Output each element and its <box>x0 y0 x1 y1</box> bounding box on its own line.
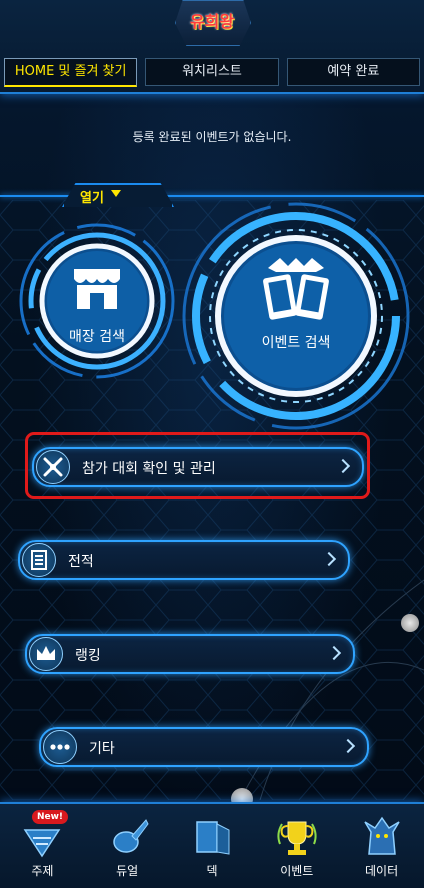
nav-duel[interactable]: 듀얼 <box>85 804 170 888</box>
menu-etc-button[interactable]: 기타 <box>39 727 369 767</box>
nav-event-label: 이벤트 <box>280 864 314 878</box>
menu-record-label: 전적 <box>68 554 94 570</box>
nav-duel-label: 듀얼 <box>116 864 139 878</box>
trophy-icon <box>277 821 317 855</box>
nav-data-label: 데이터 <box>365 864 399 878</box>
data-monster-icon <box>363 816 400 855</box>
bottom-navigation: New! 주제 듀얼 덱 이벤트 데이터 <box>0 802 424 888</box>
chevron-right-icon <box>340 738 356 754</box>
deck-icon <box>196 821 230 855</box>
cards-icon <box>263 258 329 320</box>
nav-theme[interactable]: New! 주제 <box>0 804 85 888</box>
menu-ranking-button[interactable]: 랭킹 <box>25 634 355 674</box>
crown-icon <box>29 637 63 671</box>
menu-ranking-label: 랭킹 <box>75 648 101 664</box>
nav-deck[interactable]: 덱 <box>170 804 255 888</box>
event-search-label: 이벤트 검색 <box>261 335 331 351</box>
triangle-down-icon <box>111 190 121 197</box>
store-search-label: 매장 검색 <box>69 329 125 345</box>
new-badge: New! <box>32 810 68 824</box>
chevron-right-icon <box>326 645 342 661</box>
nav-theme-label: 주제 <box>31 864 54 878</box>
tab-reserved[interactable]: 예약 완료 <box>286 58 420 86</box>
menu-record-button[interactable]: 전적 <box>18 540 350 580</box>
event-search-button[interactable]: 이벤트 검색 <box>180 200 412 432</box>
divider-glow-line <box>0 195 424 197</box>
nav-event[interactable]: 이벤트 <box>254 804 339 888</box>
more-icon <box>43 730 77 764</box>
tab-watchlist[interactable]: 워치리스트 <box>145 58 279 86</box>
nav-data[interactable]: 데이터 <box>339 804 424 888</box>
orbit-dot-decoration <box>401 614 419 632</box>
store-search-button[interactable]: 매장 검색 <box>18 222 176 380</box>
duel-disk-icon <box>113 819 149 853</box>
record-list-icon <box>22 543 56 577</box>
menu-etc-label: 기타 <box>89 741 115 757</box>
highlight-box <box>25 432 370 499</box>
nav-deck-label: 덱 <box>206 864 218 878</box>
tab-home-favorites[interactable]: HOME 및 즐겨 찾기 <box>4 58 138 87</box>
tab-bar: HOME 및 즐겨 찾기 워치리스트 예약 완료 <box>4 58 420 87</box>
app-logo[interactable]: 유희왕 <box>180 8 244 32</box>
empty-reservations-message: 등록 완료된 이벤트가 없습니다. <box>132 130 292 144</box>
chevron-right-icon <box>321 551 337 567</box>
store-icon <box>74 269 120 309</box>
open-toggle-label[interactable]: 열기 <box>80 187 104 206</box>
